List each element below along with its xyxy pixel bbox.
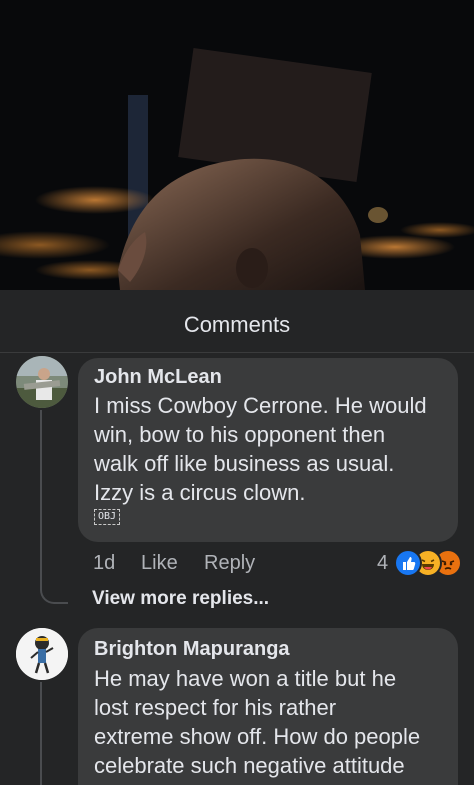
video-player[interactable]	[0, 0, 474, 290]
header-divider	[0, 352, 474, 353]
like-button[interactable]: Like	[141, 552, 178, 575]
view-more-replies-link[interactable]: View more replies...	[92, 588, 269, 610]
comment-text: He may have won a title but he lost resp…	[94, 666, 421, 778]
comment-author[interactable]: Brighton Mapuranga	[94, 638, 290, 661]
avatar[interactable]	[16, 356, 68, 408]
reaction-count[interactable]: 4	[377, 552, 388, 575]
reactions-summary[interactable]	[392, 549, 462, 577]
thread-line	[40, 682, 42, 785]
comment-text: I miss Cowboy Cerrone. He would win, bow…	[94, 393, 427, 505]
comment-bubble[interactable]: Brighton Mapuranga He may have won a tit…	[78, 628, 458, 785]
comment-bubble[interactable]: John McLean I miss Cowboy Cerrone. He wo…	[78, 358, 458, 542]
object-marker: OBJ	[94, 509, 121, 525]
thread-curve	[40, 580, 68, 604]
avatar[interactable]	[16, 628, 68, 680]
reply-button[interactable]: Reply	[204, 552, 255, 575]
comment-author[interactable]: John McLean	[94, 366, 222, 389]
video-frame-image	[0, 0, 474, 290]
comment-time: 1d	[93, 552, 116, 574]
like-icon	[394, 549, 422, 577]
comments-sheet: Comments John McLean I miss Cowboy Cerro…	[0, 290, 474, 785]
sheet-title: Comments	[183, 312, 291, 337]
